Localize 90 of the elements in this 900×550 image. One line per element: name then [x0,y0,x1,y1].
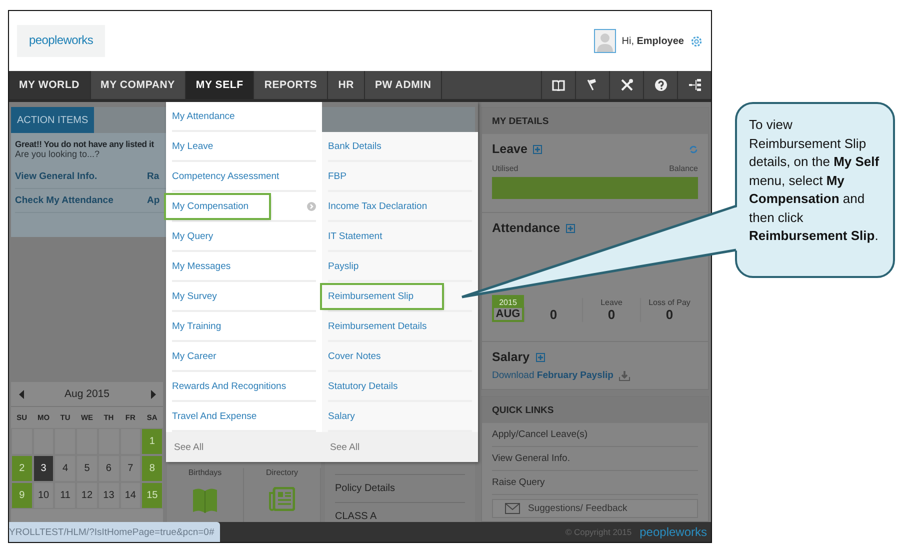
calendar-day[interactable]: 13 [98,482,120,509]
badge-year: 2015 [494,297,522,308]
action-prompt: Are you looking to...? [15,149,101,159]
plus-icon[interactable] [536,352,545,362]
calendar-day[interactable]: 5 [76,455,98,482]
submenu-item[interactable]: Payslip [322,254,361,278]
calendar-day[interactable]: 12 [76,482,98,509]
calendar-day[interactable]: 2 [11,455,33,482]
feedback-button[interactable]: Suggestions/ Feedback [492,499,698,518]
calendar-day[interactable]: 10 [32,482,54,509]
menu-item[interactable]: Travel And Expense [166,404,259,428]
widget-label: Directory [266,468,298,477]
calendar-day[interactable]: 4 [54,455,76,482]
quick-link[interactable]: Raise Query [492,471,698,495]
calendar-day[interactable]: 3 [32,455,54,482]
submenu-item[interactable]: FBP [322,164,348,188]
stat-label: Loss of Pay [648,298,690,307]
menu-item[interactable]: Rewards And Recognitions [166,374,288,398]
menu-item[interactable]: My Survey [166,284,219,308]
stat-value: 0 [550,307,558,322]
calendar-day[interactable]: 6 [98,455,120,482]
submenu-item[interactable]: Salary [322,404,357,428]
help-icon[interactable] [654,79,666,91]
empty-day-cell [120,428,142,455]
calendar-day[interactable]: 1 [141,428,163,455]
download-icon[interactable] [619,370,630,380]
utilised-label: Utilised [492,164,518,173]
sitemap-icon[interactable] [688,79,700,91]
peopleworks-logo: peopleworks [640,525,707,539]
quick-link[interactable]: View General Info. [492,447,698,471]
menu-item[interactable]: My Career [166,344,218,368]
section-title: Attendance [492,221,560,235]
action-message: Great!! You do not have any listed it [15,139,155,149]
badge-month: AUG [494,308,522,320]
peopleworks-logo: peopleworks [17,25,106,57]
menu-item[interactable]: My Compensation [166,194,269,218]
calendar-day[interactable]: 8 [141,455,163,482]
section-title: Salary [492,350,530,364]
submenu-item[interactable]: Statutory Details [322,374,400,398]
next-arrow-icon[interactable] [150,390,156,398]
submenu-item[interactable]: IT Statement [322,224,384,248]
submenu-item[interactable]: Bank Details [322,134,384,158]
book-icon[interactable] [552,80,565,90]
menu-item[interactable]: Competency Assessment [166,164,282,188]
panel-title: MY DETAILS [482,108,708,134]
calendar-month: Aug 2015 [64,388,110,400]
quick-action-link[interactable]: Check My Attendance [15,189,147,213]
menu-item[interactable]: My Query [166,224,216,248]
menu-item[interactable]: My Messages [166,254,233,278]
nav-tab[interactable]: MY SELF [186,71,254,99]
status-url: YROLLTEST/HLM/?IsItHomePage=true&pcn=0# [9,522,220,542]
policy-row: Policy Details [335,474,465,502]
see-all-link[interactable]: See All [322,432,478,462]
menu-item[interactable]: My Leave [166,134,216,158]
calendar-day[interactable]: 14 [120,482,142,509]
see-all-link[interactable]: See All [166,432,322,462]
nav-tab[interactable]: MY WORLD [9,71,91,99]
envelope-icon [505,503,520,514]
submenu-item[interactable]: Income Tax Declaration [322,194,430,218]
quick-action-link[interactable]: View General Info. [15,165,147,189]
tools-icon[interactable] [620,79,632,91]
stat-value: 0 [666,307,674,322]
avatar-icon [594,29,616,53]
submenu-item[interactable]: Reimbursement Slip [322,284,442,308]
stat-label: Leave [600,298,622,307]
menu-item[interactable]: My Training [166,314,224,338]
empty-day-cell [54,428,76,455]
stat-value: 0 [608,307,616,322]
menu-item[interactable]: My Attendance [166,104,237,128]
submenu-item[interactable]: Cover Notes [322,344,383,368]
calendar-day[interactable]: 15 [141,482,163,509]
callout-bubble: To view Reimbursement Slip details, on the My Self menu, select My Compensation and then click Reimbursement Slip. [735,102,895,278]
previous-arrow-icon[interactable] [18,390,24,398]
panel-title: QUICK LINKS [482,397,708,423]
section-title: Leave [492,142,528,156]
calendar-day[interactable]: 9 [11,482,33,509]
plus-icon[interactable] [566,224,576,232]
balance-label: Balance [669,164,698,173]
settings-icon[interactable] [690,34,703,48]
nav-tab[interactable]: MY COMPANY [90,71,186,99]
calendar-day[interactable]: 7 [120,455,142,482]
action-items-tab[interactable]: ACTION ITEMS [11,107,94,133]
quick-link[interactable]: Apply/Cancel Leave(s) [492,423,698,447]
calendar-day[interactable]: 11 [54,482,76,509]
widget-label: Birthdays [188,468,222,477]
flag-icon[interactable] [586,79,598,91]
plus-icon[interactable] [533,144,542,154]
greeting-text: Hi, Employee [622,36,684,46]
submenu-item[interactable]: Reimbursement Details [322,314,429,338]
download-payslip-link[interactable]: Download February Payslip [492,370,614,381]
